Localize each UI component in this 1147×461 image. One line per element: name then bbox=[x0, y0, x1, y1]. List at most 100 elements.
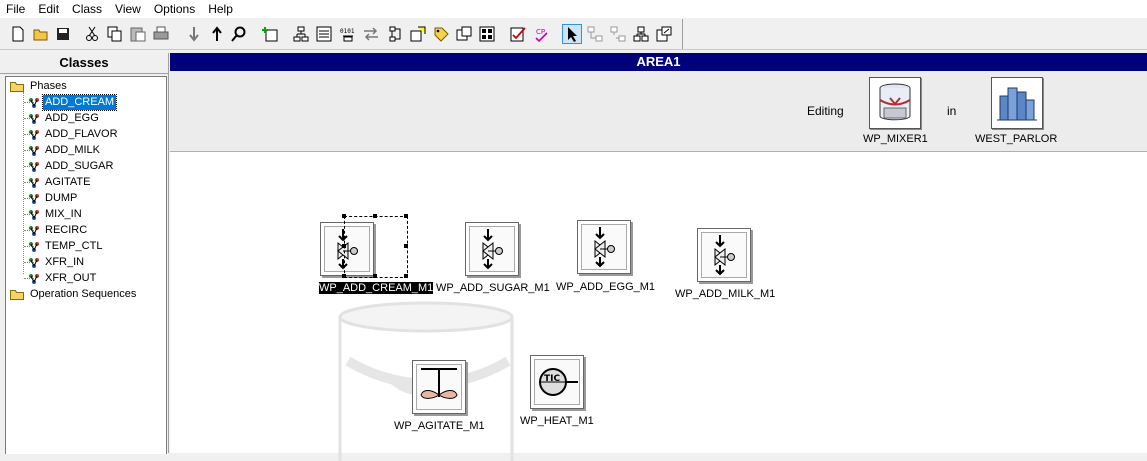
folder-icon bbox=[10, 82, 24, 92]
tree-item-label: ADD_SUGAR bbox=[45, 160, 114, 172]
link-icon[interactable] bbox=[585, 24, 605, 44]
editing-header: Editing WP_MIXER1 in WEST_PARLOR bbox=[170, 71, 1147, 152]
tree-item-add-milk[interactable]: ADD_MILK bbox=[28, 143, 102, 158]
print-icon[interactable] bbox=[151, 24, 171, 44]
selection-handle[interactable] bbox=[404, 244, 408, 248]
selection-handle[interactable] bbox=[404, 274, 408, 278]
phase-class-icon bbox=[29, 209, 39, 220]
cp-icon[interactable]: CP bbox=[531, 24, 551, 44]
edit-check-icon[interactable] bbox=[508, 24, 528, 44]
menu-file[interactable]: File bbox=[0, 0, 32, 18]
area-panel: AREA1 Editing WP_MIXER1 in WEST_PARLOR W… bbox=[170, 53, 1147, 461]
swap-icon[interactable] bbox=[361, 24, 381, 44]
block-label[interactable]: WP_ADD_EGG_M1 bbox=[556, 281, 655, 293]
tree-item-label: ADD_CREAM bbox=[41, 94, 118, 111]
properties-icon[interactable] bbox=[314, 24, 334, 44]
block-label[interactable]: WP_ADD_MILK_M1 bbox=[675, 288, 775, 300]
tree-item-label: XFR_IN bbox=[45, 256, 85, 268]
tree-item-agitate[interactable]: AGITATE bbox=[28, 175, 92, 190]
move-up-icon[interactable] bbox=[207, 24, 227, 44]
menu-view[interactable]: View bbox=[109, 0, 148, 18]
tree-item-label: RECIRC bbox=[45, 224, 88, 236]
binary-icon[interactable]: 0101 bbox=[338, 24, 358, 44]
selection-box bbox=[344, 216, 408, 278]
phase-block-agitate[interactable] bbox=[412, 360, 466, 414]
tree-item-add-flavor[interactable]: ADD_FLAVOR bbox=[28, 127, 120, 142]
classes-title: Classes bbox=[0, 53, 168, 74]
tree-item-label: AGITATE bbox=[45, 176, 91, 188]
tree-folder-operation-sequences[interactable]: Operation Sequences bbox=[10, 287, 138, 302]
tree-item-label: XFR_OUT bbox=[45, 272, 97, 284]
agitator-icon bbox=[420, 368, 458, 399]
selection-handle[interactable] bbox=[342, 274, 346, 278]
phase-block-heat[interactable]: TIC bbox=[530, 355, 584, 409]
phase-class-icon bbox=[29, 129, 39, 140]
find-icon[interactable] bbox=[229, 24, 249, 44]
tree-item-dump[interactable]: DUMP bbox=[28, 191, 79, 206]
phase-class-icon bbox=[29, 257, 39, 268]
export-icon[interactable] bbox=[654, 24, 674, 44]
block-label[interactable]: WP_ADD_SUGAR_M1 bbox=[436, 282, 550, 294]
block-label[interactable]: WP_HEAT_M1 bbox=[520, 415, 594, 427]
new-icon[interactable] bbox=[8, 24, 28, 44]
classes-panel: Classes Phases Operation Sequences ADD_C… bbox=[0, 53, 169, 454]
menu-class[interactable]: Class bbox=[66, 0, 109, 18]
classes-tree[interactable]: Phases Operation Sequences ADD_CREAM ADD_… bbox=[5, 76, 167, 454]
selection-handle[interactable] bbox=[373, 274, 377, 278]
phase-block-add-milk[interactable] bbox=[697, 228, 751, 282]
selection-handle[interactable] bbox=[342, 214, 346, 218]
pointer-icon[interactable] bbox=[562, 24, 582, 44]
selection-handle[interactable] bbox=[404, 214, 408, 218]
mixer-unit-icon[interactable] bbox=[869, 77, 921, 129]
paste-icon[interactable] bbox=[128, 24, 148, 44]
library-icon[interactable] bbox=[477, 24, 497, 44]
tree-item-mix-in[interactable]: MIX_IN bbox=[28, 207, 84, 222]
menu-edit[interactable]: Edit bbox=[32, 0, 66, 18]
valve-icon bbox=[594, 227, 615, 268]
phase-class-icon bbox=[29, 193, 39, 204]
network-icon[interactable] bbox=[631, 24, 651, 44]
tree-item-recirc[interactable]: RECIRC bbox=[28, 223, 89, 238]
tag-icon[interactable] bbox=[431, 24, 451, 44]
phase-class-icon bbox=[29, 97, 39, 108]
tree-icon[interactable] bbox=[385, 24, 405, 44]
block-label[interactable]: WP_ADD_CREAM_M1 bbox=[319, 282, 434, 294]
tree-item-xfr-out[interactable]: XFR_OUT bbox=[28, 271, 98, 286]
unit-name: WP_MIXER1 bbox=[863, 133, 928, 145]
save-icon[interactable] bbox=[53, 24, 73, 44]
cell-name: WEST_PARLOR bbox=[975, 133, 1058, 145]
cut-icon[interactable] bbox=[82, 24, 102, 44]
folder-icon bbox=[10, 290, 24, 300]
tree-item-add-sugar[interactable]: ADD_SUGAR bbox=[28, 159, 115, 174]
assign-icon[interactable] bbox=[408, 24, 428, 44]
move-down-icon[interactable] bbox=[184, 24, 204, 44]
module-icon[interactable] bbox=[454, 24, 474, 44]
tree-item-label: ADD_EGG bbox=[45, 112, 99, 124]
unlink-icon[interactable] bbox=[608, 24, 628, 44]
tree-folder-label: Phases bbox=[30, 80, 67, 92]
selection-handle[interactable] bbox=[342, 244, 346, 248]
copy-icon[interactable] bbox=[105, 24, 125, 44]
cell-icon[interactable] bbox=[991, 77, 1043, 129]
tree-item-temp-ctl[interactable]: TEMP_CTL bbox=[28, 239, 104, 254]
menu-help[interactable]: Help bbox=[202, 0, 240, 18]
open-icon[interactable] bbox=[31, 24, 51, 44]
tree-item-label: ADD_FLAVOR bbox=[45, 128, 118, 140]
tree-item-add-cream[interactable]: ADD_CREAM bbox=[28, 94, 118, 111]
add-object-icon[interactable] bbox=[260, 24, 280, 44]
tree-item-add-egg[interactable]: ADD_EGG bbox=[28, 111, 101, 126]
svg-text:TIC: TIC bbox=[544, 374, 560, 384]
tree-item-xfr-in[interactable]: XFR_IN bbox=[28, 255, 86, 270]
area-title: AREA1 bbox=[170, 53, 1147, 71]
menu-options[interactable]: Options bbox=[148, 0, 202, 18]
phase-block-add-sugar[interactable] bbox=[465, 222, 519, 276]
selection-handle[interactable] bbox=[373, 214, 377, 218]
valve-icon bbox=[714, 235, 735, 276]
hierarchy-icon[interactable] bbox=[291, 24, 311, 44]
phase-block-add-egg[interactable] bbox=[577, 220, 631, 274]
menu-bar: File Edit Class View Options Help bbox=[0, 0, 1147, 18]
svg-text:CP: CP bbox=[536, 28, 545, 36]
tree-folder-phases[interactable]: Phases bbox=[10, 79, 69, 94]
valve-icon bbox=[482, 229, 503, 270]
block-label[interactable]: WP_AGITATE_M1 bbox=[394, 420, 485, 432]
